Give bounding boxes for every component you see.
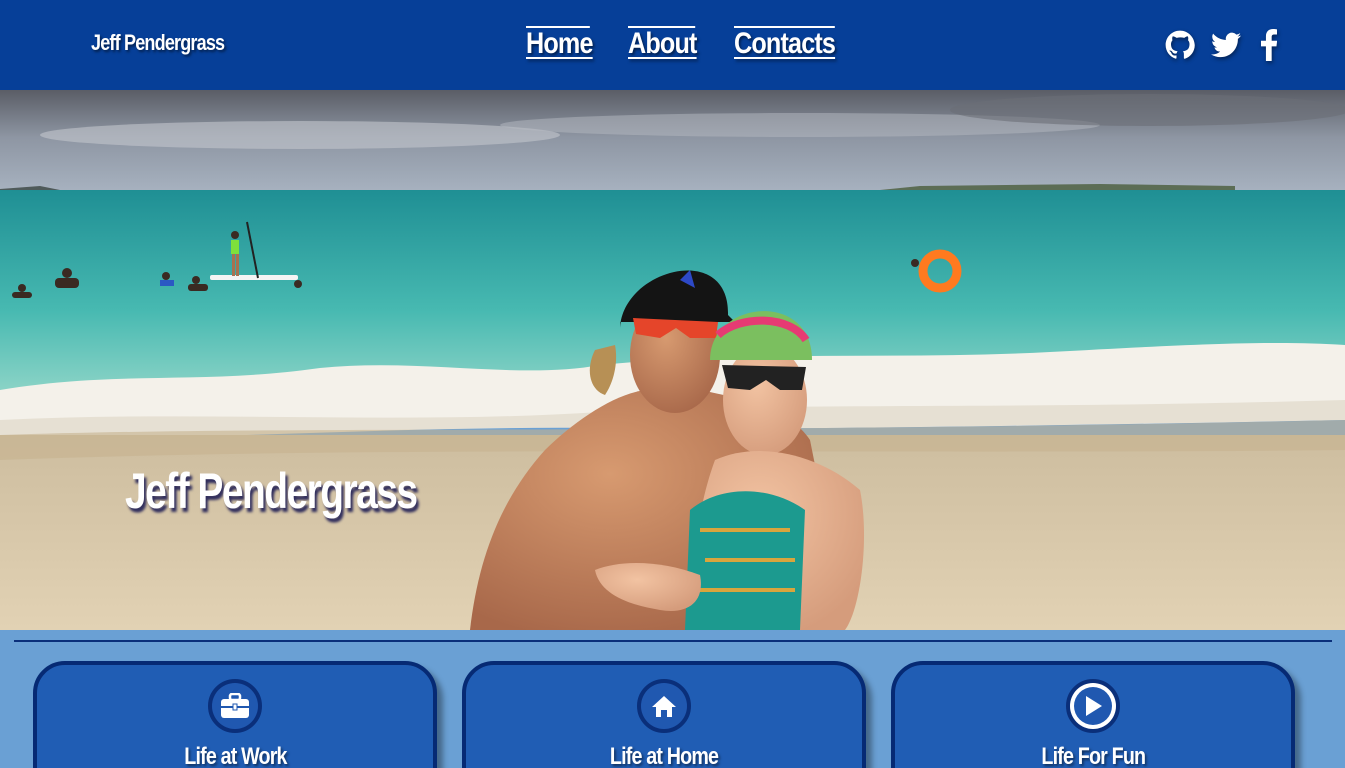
card-label: Life For Fun <box>1041 743 1146 768</box>
github-icon[interactable] <box>1163 28 1197 62</box>
hero-banner: Jeff Pendergrass <box>0 90 1345 630</box>
hero-title: Jeff Pendergrass <box>125 463 418 519</box>
twitter-icon[interactable] <box>1209 28 1243 62</box>
section-divider <box>14 640 1332 642</box>
card-life-at-work[interactable]: Life at Work <box>33 661 437 768</box>
nav-link-about[interactable]: About <box>628 26 697 60</box>
nav-link-contacts[interactable]: Contacts <box>734 26 836 60</box>
card-icon-circle <box>1066 679 1120 733</box>
card-life-for-fun[interactable]: Life For Fun <box>891 661 1295 768</box>
play-icon <box>1086 696 1102 716</box>
nav-link-home[interactable]: Home <box>526 26 594 60</box>
briefcase-icon <box>221 693 249 718</box>
brand-name[interactable]: Jeff Pendergrass <box>91 30 225 56</box>
card-label: Life at Home <box>609 743 719 768</box>
facebook-icon[interactable] <box>1256 28 1282 62</box>
beach-photo <box>0 90 1345 630</box>
card-icon-circle <box>637 679 691 733</box>
card-icon-circle <box>208 679 262 733</box>
nav-links: Home About Contacts <box>526 26 854 60</box>
home-icon <box>652 696 676 717</box>
navbar: Jeff Pendergrass Home About Contacts <box>0 0 1345 90</box>
card-life-at-home[interactable]: Life at Home <box>462 661 866 768</box>
card-label: Life at Work <box>183 743 287 768</box>
